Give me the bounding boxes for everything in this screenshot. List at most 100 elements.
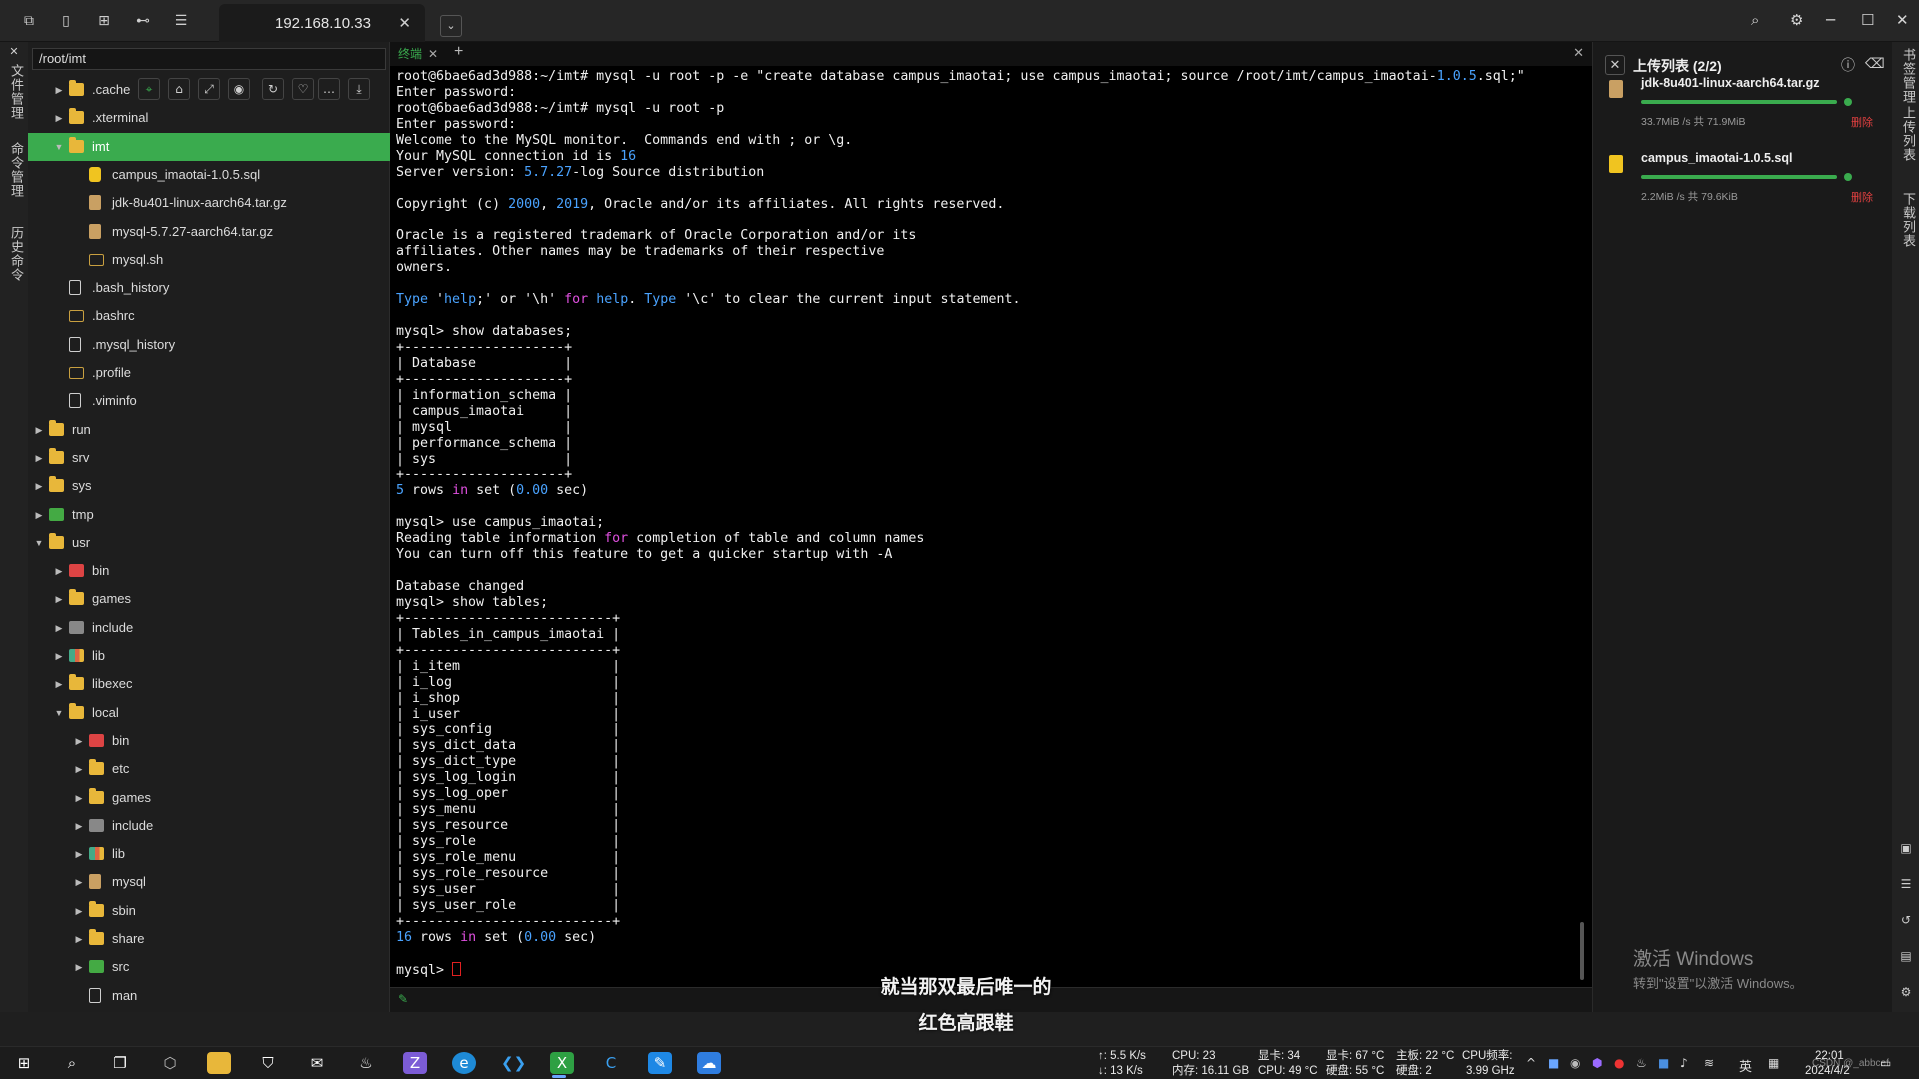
app-icon-chat[interactable]: ✎ bbox=[648, 1052, 672, 1074]
tree-item[interactable]: ▶ games bbox=[28, 784, 390, 812]
close-terminal-icon[interactable]: ✕ bbox=[1573, 45, 1584, 61]
tree-item[interactable]: ▶ libexec bbox=[28, 670, 390, 698]
store-icon[interactable]: ⛉ bbox=[256, 1052, 280, 1074]
history-icon[interactable]: ↺ bbox=[1896, 910, 1916, 930]
settings-icon[interactable]: ⚙ bbox=[1896, 982, 1916, 1002]
tree-item[interactable]: ▶ run bbox=[28, 416, 390, 444]
tree-item[interactable]: ▶ mysql bbox=[28, 868, 390, 896]
keyboard-icon[interactable]: ▦ bbox=[1768, 1056, 1779, 1070]
tray-app-icon-1[interactable]: ■ bbox=[1548, 1056, 1559, 1070]
tree-item[interactable]: ▶ srv bbox=[28, 444, 390, 472]
search-icon[interactable]: ⌕ bbox=[1751, 11, 1759, 29]
rail-download-list[interactable]: 下载列表 bbox=[1899, 192, 1918, 248]
caret-right-icon[interactable]: ▶ bbox=[74, 897, 84, 925]
notification-icon[interactable]: ▭ bbox=[1880, 1056, 1891, 1070]
tray-app-icon-4[interactable]: ● bbox=[1614, 1056, 1624, 1070]
tree-item[interactable]: .mysql_history bbox=[28, 331, 390, 359]
terminal-panel-icon[interactable]: ⧉ bbox=[19, 11, 39, 31]
save-icon[interactable]: ▤ bbox=[1896, 946, 1916, 966]
tree-item[interactable]: man bbox=[28, 982, 390, 1010]
rail-bookmarks[interactable]: 书签管理 bbox=[1899, 48, 1918, 104]
rail-upload-list[interactable]: 上传列表 bbox=[1899, 106, 1918, 162]
tree-item[interactable]: ▶ bin bbox=[28, 557, 390, 585]
caret-down-icon[interactable]: ▼ bbox=[54, 699, 64, 727]
caret-down-icon[interactable]: ▼ bbox=[54, 133, 64, 161]
list-icon[interactable]: ☰ bbox=[171, 11, 191, 31]
rail-file-manager[interactable]: 文件管理 bbox=[7, 64, 26, 120]
tree-item[interactable]: ▶ sys bbox=[28, 472, 390, 500]
grid-layout-icon[interactable]: ⊞ bbox=[94, 11, 114, 31]
caret-down-icon[interactable]: ▼ bbox=[34, 529, 44, 557]
caret-right-icon[interactable]: ▶ bbox=[74, 925, 84, 953]
close-terminal-tab-icon[interactable]: ✕ bbox=[428, 47, 438, 61]
close-panel-icon[interactable]: ✕ bbox=[4, 42, 24, 62]
gear-icon[interactable]: ⚙ bbox=[1790, 11, 1803, 29]
caret-right-icon[interactable]: ▶ bbox=[74, 755, 84, 783]
tree-item[interactable]: .bash_history bbox=[28, 274, 390, 302]
tree-item[interactable]: ▶ sbin bbox=[28, 897, 390, 925]
caret-right-icon[interactable]: ▶ bbox=[34, 444, 44, 472]
tree-item[interactable]: jdk-8u401-linux-aarch64.tar.gz bbox=[28, 189, 390, 217]
caret-right-icon[interactable]: ▶ bbox=[74, 812, 84, 840]
rail-command-manager[interactable]: 命令管理 bbox=[7, 142, 26, 198]
info-icon[interactable]: ⓘ bbox=[1841, 55, 1855, 75]
caret-right-icon[interactable]: ▶ bbox=[54, 104, 64, 132]
close-window-icon[interactable]: ✕ bbox=[1896, 11, 1909, 29]
search-icon[interactable]: ⌕ bbox=[60, 1052, 84, 1074]
caret-right-icon[interactable]: ▶ bbox=[74, 840, 84, 868]
tab-dropdown-button[interactable]: ⌄ bbox=[440, 15, 462, 37]
caret-right-icon[interactable]: ▶ bbox=[54, 614, 64, 642]
app-icon-c[interactable]: C bbox=[599, 1052, 623, 1074]
path-input[interactable]: /root/imt bbox=[32, 48, 386, 70]
tree-item[interactable]: ▶ .cache bbox=[28, 76, 390, 104]
volume-icon[interactable]: ♪ bbox=[1680, 1056, 1688, 1070]
clear-icon[interactable]: ⌫ bbox=[1865, 55, 1885, 72]
tree-item[interactable]: ▶ .xterminal bbox=[28, 104, 390, 132]
caret-right-icon[interactable]: ▶ bbox=[74, 868, 84, 896]
chevron-up-icon[interactable]: ^ bbox=[1526, 1056, 1536, 1070]
tree-item[interactable]: ▶ share bbox=[28, 925, 390, 953]
tree-item[interactable]: mysql.sh bbox=[28, 246, 390, 274]
tree-item[interactable]: ▶ bin bbox=[28, 727, 390, 755]
caret-right-icon[interactable]: ▶ bbox=[34, 416, 44, 444]
ime-indicator[interactable]: 英 bbox=[1739, 1056, 1752, 1075]
tab-session[interactable]: 192.168.10.33 ✕ bbox=[219, 4, 425, 42]
tree-item[interactable]: mysql-5.7.27-aarch64.tar.gz bbox=[28, 218, 390, 246]
tree-item[interactable]: campus_imaotai-1.0.5.sql bbox=[28, 161, 390, 189]
app-icon-cloud[interactable]: ☁ bbox=[697, 1052, 721, 1074]
tray-app-icon-2[interactable]: ◉ bbox=[1570, 1056, 1580, 1070]
tree-item[interactable]: ▶ lib bbox=[28, 642, 390, 670]
caret-right-icon[interactable]: ▶ bbox=[54, 642, 64, 670]
caret-right-icon[interactable]: ▶ bbox=[74, 953, 84, 981]
terminal-scrollbar[interactable] bbox=[1580, 922, 1584, 980]
caret-right-icon[interactable]: ▶ bbox=[74, 784, 84, 812]
tree-item[interactable]: ▶ include bbox=[28, 614, 390, 642]
xterminal-icon[interactable]: X bbox=[550, 1052, 574, 1074]
rail-history[interactable]: 历史命令 bbox=[7, 226, 26, 282]
list-icon[interactable]: ☰ bbox=[1896, 874, 1916, 894]
tree-item[interactable]: ▼ local bbox=[28, 699, 390, 727]
windows-start-icon[interactable]: ⊞ bbox=[12, 1052, 36, 1074]
caret-right-icon[interactable]: ▶ bbox=[54, 670, 64, 698]
vscode-icon[interactable]: ❮❯ bbox=[501, 1052, 526, 1074]
task-view-icon[interactable]: ❐ bbox=[108, 1052, 132, 1074]
tree-item[interactable]: ▶ tmp bbox=[28, 501, 390, 529]
tree-item[interactable]: .profile bbox=[28, 359, 390, 387]
edge-icon[interactable]: e bbox=[452, 1052, 476, 1074]
caret-right-icon[interactable]: ▶ bbox=[54, 76, 64, 104]
tree-icon[interactable]: ⊷ bbox=[133, 11, 153, 31]
tree-item[interactable]: ▶ lib bbox=[28, 840, 390, 868]
minimize-icon[interactable]: ─ bbox=[1826, 11, 1835, 29]
steam-icon[interactable]: ♨ bbox=[354, 1052, 378, 1074]
add-terminal-icon[interactable]: + bbox=[454, 43, 463, 61]
terminal-pane[interactable]: 终端 ✕ + ✕ root@6bae6ad3d988:~/imt# mysql -… bbox=[390, 42, 1592, 1012]
caret-right-icon[interactable]: ▶ bbox=[54, 585, 64, 613]
tree-item[interactable]: .bashrc bbox=[28, 302, 390, 330]
close-upload-panel-icon[interactable]: ✕ bbox=[1605, 55, 1625, 75]
caret-right-icon[interactable]: ▶ bbox=[74, 727, 84, 755]
tray-app-icon-5[interactable]: ■ bbox=[1658, 1056, 1669, 1070]
tray-app-icon-3[interactable]: ⬢ bbox=[1592, 1056, 1602, 1070]
caret-right-icon[interactable]: ▶ bbox=[54, 557, 64, 585]
delete-upload-button[interactable]: 删除 bbox=[1851, 114, 1873, 130]
tree-item[interactable]: ▶ src bbox=[28, 953, 390, 981]
